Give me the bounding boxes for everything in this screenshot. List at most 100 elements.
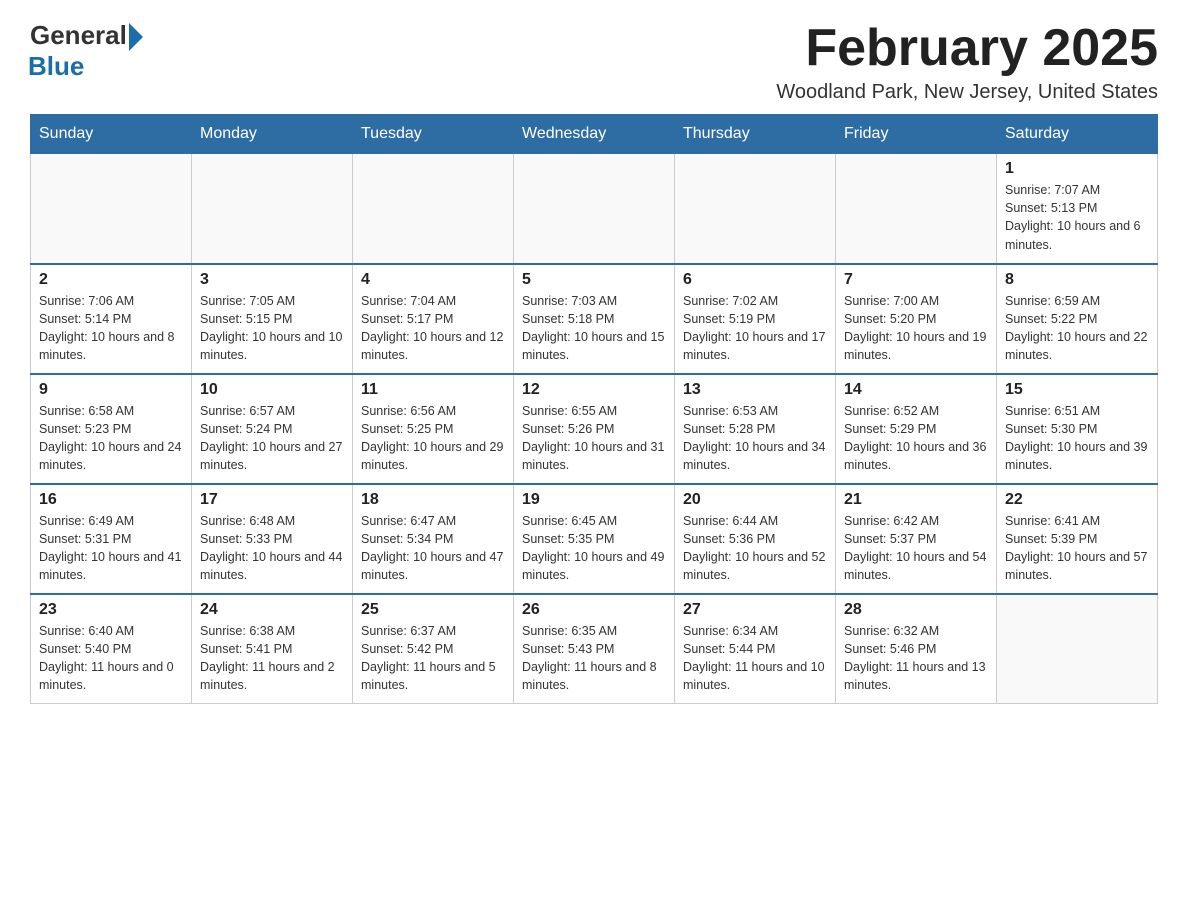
logo-blue-text: Blue [28,51,84,82]
day-number: 10 [200,381,344,399]
day-info: Sunrise: 6:32 AMSunset: 5:46 PMDaylight:… [844,622,988,695]
column-header-monday: Monday [192,115,353,154]
day-info: Sunrise: 6:38 AMSunset: 5:41 PMDaylight:… [200,622,344,695]
month-title: February 2025 [776,20,1158,77]
day-number: 1 [1005,160,1149,178]
logo-general-text: General [30,20,127,51]
calendar-cell [675,154,836,264]
day-number: 7 [844,271,988,289]
day-number: 8 [1005,271,1149,289]
title-area: February 2025 Woodland Park, New Jersey,… [776,20,1158,104]
day-number: 19 [522,491,666,509]
day-info: Sunrise: 7:00 AMSunset: 5:20 PMDaylight:… [844,292,988,365]
day-info: Sunrise: 7:04 AMSunset: 5:17 PMDaylight:… [361,292,505,365]
day-number: 23 [39,601,183,619]
day-info: Sunrise: 6:51 AMSunset: 5:30 PMDaylight:… [1005,402,1149,475]
day-info: Sunrise: 7:02 AMSunset: 5:19 PMDaylight:… [683,292,827,365]
day-number: 24 [200,601,344,619]
calendar-cell: 26 Sunrise: 6:35 AMSunset: 5:43 PMDayligh… [514,594,675,704]
day-number: 3 [200,271,344,289]
calendar-table: SundayMondayTuesdayWednesdayThursdayFrid… [30,114,1158,704]
column-header-tuesday: Tuesday [353,115,514,154]
day-info: Sunrise: 7:07 AMSunset: 5:13 PMDaylight:… [1005,181,1149,254]
day-number: 2 [39,271,183,289]
day-info: Sunrise: 6:56 AMSunset: 5:25 PMDaylight:… [361,402,505,475]
day-number: 5 [522,271,666,289]
day-info: Sunrise: 6:57 AMSunset: 5:24 PMDaylight:… [200,402,344,475]
calendar-cell: 22 Sunrise: 6:41 AMSunset: 5:39 PMDayligh… [997,484,1158,594]
day-info: Sunrise: 6:48 AMSunset: 5:33 PMDaylight:… [200,512,344,585]
day-info: Sunrise: 6:34 AMSunset: 5:44 PMDaylight:… [683,622,827,695]
calendar-cell: 19Sunrise: 6:45 AMSunset: 5:35 PMDayligh… [514,484,675,594]
day-info: Sunrise: 6:49 AMSunset: 5:31 PMDaylight:… [39,512,183,585]
calendar-cell: 24 Sunrise: 6:38 AMSunset: 5:41 PMDayligh… [192,594,353,704]
day-info: Sunrise: 6:59 AMSunset: 5:22 PMDaylight:… [1005,292,1149,365]
day-number: 28 [844,601,988,619]
logo-arrow-icon [129,23,143,51]
calendar-cell: 1 Sunrise: 7:07 AMSunset: 5:13 PMDaylight… [997,154,1158,264]
calendar-cell: 12 Sunrise: 6:55 AMSunset: 5:26 PMDayligh… [514,374,675,484]
calendar-header-row: SundayMondayTuesdayWednesdayThursdayFrid… [31,115,1158,154]
calendar-cell: 25 Sunrise: 6:37 AMSunset: 5:42 PMDayligh… [353,594,514,704]
day-number: 15 [1005,381,1149,399]
calendar-cell: 20 Sunrise: 6:44 AMSunset: 5:36 PMDayligh… [675,484,836,594]
day-info: Sunrise: 6:52 AMSunset: 5:29 PMDaylight:… [844,402,988,475]
day-info: Sunrise: 6:40 AMSunset: 5:40 PMDaylight:… [39,622,183,695]
day-number: 26 [522,601,666,619]
calendar-cell: 16 Sunrise: 6:49 AMSunset: 5:31 PMDayligh… [31,484,192,594]
column-header-sunday: Sunday [31,115,192,154]
column-header-wednesday: Wednesday [514,115,675,154]
calendar-week-row: 9 Sunrise: 6:58 AMSunset: 5:23 PMDaylight… [31,374,1158,484]
calendar-cell: 23 Sunrise: 6:40 AMSunset: 5:40 PMDayligh… [31,594,192,704]
day-info: Sunrise: 7:03 AMSunset: 5:18 PMDaylight:… [522,292,666,365]
day-number: 11 [361,381,505,399]
day-number: 22 [1005,491,1149,509]
calendar-cell: 2 Sunrise: 7:06 AMSunset: 5:14 PMDaylight… [31,264,192,374]
column-header-friday: Friday [836,115,997,154]
calendar-cell: 11 Sunrise: 6:56 AMSunset: 5:25 PMDayligh… [353,374,514,484]
day-number: 6 [683,271,827,289]
calendar-cell: 27 Sunrise: 6:34 AMSunset: 5:44 PMDayligh… [675,594,836,704]
day-number: 12 [522,381,666,399]
day-number: 16 [39,491,183,509]
calendar-cell: 18 Sunrise: 6:47 AMSunset: 5:34 PMDayligh… [353,484,514,594]
calendar-cell: 17Sunrise: 6:48 AMSunset: 5:33 PMDayligh… [192,484,353,594]
calendar-cell: 21Sunrise: 6:42 AMSunset: 5:37 PMDayligh… [836,484,997,594]
calendar-cell: 28 Sunrise: 6:32 AMSunset: 5:46 PMDayligh… [836,594,997,704]
day-info: Sunrise: 6:53 AMSunset: 5:28 PMDaylight:… [683,402,827,475]
day-info: Sunrise: 7:06 AMSunset: 5:14 PMDaylight:… [39,292,183,365]
day-number: 20 [683,491,827,509]
calendar-cell: 7 Sunrise: 7:00 AMSunset: 5:20 PMDaylight… [836,264,997,374]
day-info: Sunrise: 6:35 AMSunset: 5:43 PMDaylight:… [522,622,666,695]
calendar-cell: 6 Sunrise: 7:02 AMSunset: 5:19 PMDaylight… [675,264,836,374]
calendar-week-row: 1 Sunrise: 7:07 AMSunset: 5:13 PMDaylight… [31,154,1158,264]
day-info: Sunrise: 6:41 AMSunset: 5:39 PMDaylight:… [1005,512,1149,585]
calendar-week-row: 23 Sunrise: 6:40 AMSunset: 5:40 PMDayligh… [31,594,1158,704]
calendar-cell [836,154,997,264]
day-number: 4 [361,271,505,289]
day-info: Sunrise: 6:47 AMSunset: 5:34 PMDaylight:… [361,512,505,585]
day-number: 18 [361,491,505,509]
day-number: 25 [361,601,505,619]
day-number: 14 [844,381,988,399]
calendar-cell [192,154,353,264]
day-info: Sunrise: 7:05 AMSunset: 5:15 PMDaylight:… [200,292,344,365]
calendar-cell: 15 Sunrise: 6:51 AMSunset: 5:30 PMDayligh… [997,374,1158,484]
day-number: 27 [683,601,827,619]
calendar-cell: 14 Sunrise: 6:52 AMSunset: 5:29 PMDayligh… [836,374,997,484]
page-header: General Blue February 2025 Woodland Park… [30,20,1158,104]
day-info: Sunrise: 6:37 AMSunset: 5:42 PMDaylight:… [361,622,505,695]
calendar-cell: 3 Sunrise: 7:05 AMSunset: 5:15 PMDaylight… [192,264,353,374]
calendar-cell: 8 Sunrise: 6:59 AMSunset: 5:22 PMDaylight… [997,264,1158,374]
day-info: Sunrise: 6:55 AMSunset: 5:26 PMDaylight:… [522,402,666,475]
calendar-cell [997,594,1158,704]
calendar-cell: 13Sunrise: 6:53 AMSunset: 5:28 PMDayligh… [675,374,836,484]
day-number: 9 [39,381,183,399]
day-info: Sunrise: 6:44 AMSunset: 5:36 PMDaylight:… [683,512,827,585]
calendar-cell: 5 Sunrise: 7:03 AMSunset: 5:18 PMDaylight… [514,264,675,374]
calendar-cell: 4 Sunrise: 7:04 AMSunset: 5:17 PMDaylight… [353,264,514,374]
calendar-cell: 9 Sunrise: 6:58 AMSunset: 5:23 PMDaylight… [31,374,192,484]
calendar-cell [31,154,192,264]
calendar-cell: 10 Sunrise: 6:57 AMSunset: 5:24 PMDayligh… [192,374,353,484]
day-info: Sunrise: 6:58 AMSunset: 5:23 PMDaylight:… [39,402,183,475]
